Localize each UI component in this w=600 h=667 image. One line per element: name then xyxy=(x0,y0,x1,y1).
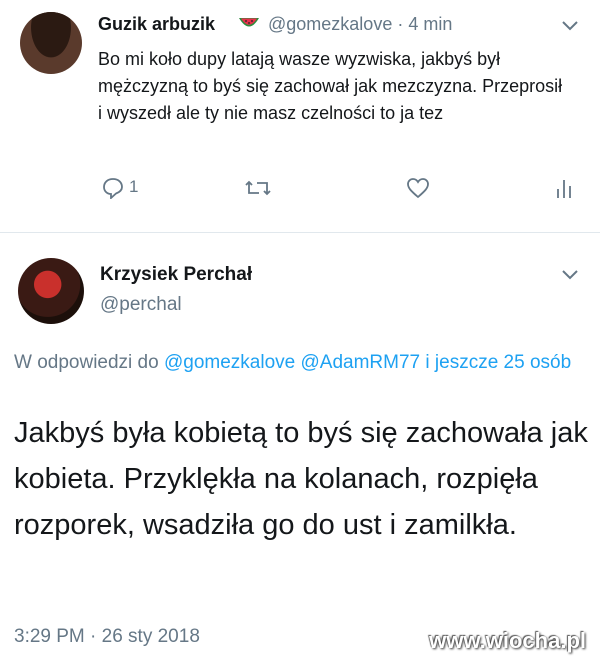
tweet-text: Jakbyś była kobietą to byś się zachowała… xyxy=(14,417,588,541)
display-name[interactable]: Guzik arbuzik xyxy=(98,14,215,35)
watermark: www.wiocha.pl xyxy=(429,628,586,653)
others-link[interactable]: jeszcze 25 osób xyxy=(435,352,571,373)
reply-count: 1 xyxy=(129,177,139,196)
handle[interactable]: @perchal xyxy=(100,294,182,316)
reply-context: W odpowiedzi do @gomezkalove @AdamRM77 i… xyxy=(14,349,584,376)
analytics-icon[interactable] xyxy=(556,177,572,199)
reply-and: i xyxy=(425,352,430,373)
tweet-timestamp[interactable]: 3:29 PM · 26 sty 2018 xyxy=(14,626,200,648)
like-heart-icon[interactable] xyxy=(406,177,430,199)
mention-link[interactable]: @AdamRM77 xyxy=(301,352,421,373)
retweet-icon[interactable] xyxy=(245,177,271,199)
display-name[interactable]: Krzysiek Perchał xyxy=(100,264,252,286)
chevron-down-icon[interactable] xyxy=(561,20,579,32)
reply-prefix: W odpowiedzi do xyxy=(14,352,164,373)
tweet-divider xyxy=(0,232,600,233)
avatar[interactable] xyxy=(18,258,84,324)
tweet-actions: 1 xyxy=(98,176,578,200)
reply-icon[interactable] xyxy=(102,177,124,199)
watermelon-icon xyxy=(239,18,259,27)
chevron-down-icon[interactable] xyxy=(561,269,579,281)
tweet-text: Bo mi koło dupy latają wasze wyzwiska, j… xyxy=(98,49,563,123)
handle-and-time: @gomezkalove · 4 min xyxy=(268,14,453,34)
avatar[interactable] xyxy=(20,12,82,74)
mention-link[interactable]: @gomezkalove xyxy=(164,352,295,373)
